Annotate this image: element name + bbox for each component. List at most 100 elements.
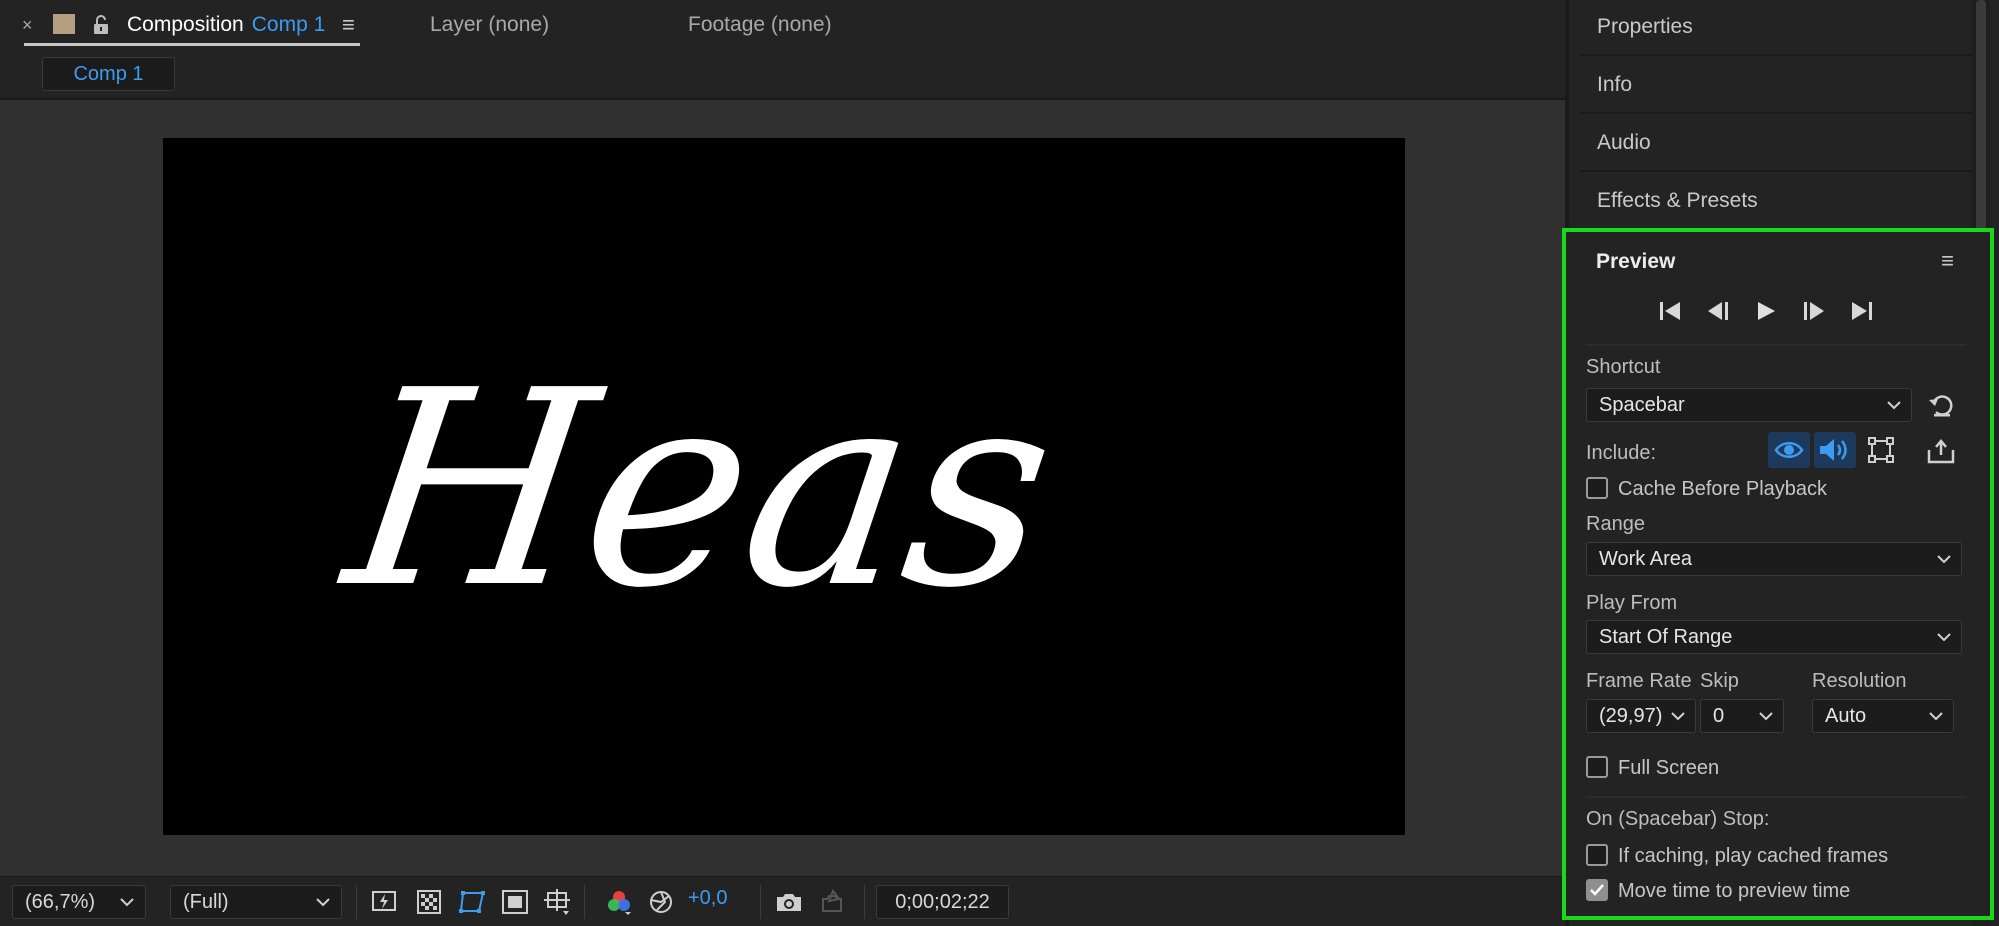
- move-time-checkbox[interactable]: [1586, 879, 1608, 901]
- resolution-value-preview: Auto: [1825, 704, 1867, 727]
- magnification-value: (66,7%): [25, 890, 96, 913]
- panel-properties[interactable]: Properties: [1581, 0, 1977, 56]
- show-snapshot-icon[interactable]: [816, 887, 846, 917]
- shortcut-value: Spacebar: [1599, 393, 1685, 416]
- on-stop-label: On (Spacebar) Stop:: [1586, 808, 1770, 830]
- comp-navigator: Comp 1: [0, 50, 1565, 100]
- mask-path-visibility-icon[interactable]: [458, 887, 488, 917]
- checkmark-icon: [1590, 884, 1604, 896]
- reset-shortcut-icon[interactable]: [1926, 390, 1956, 420]
- speaker-icon: [1820, 439, 1847, 461]
- chevron-down-icon: [1669, 706, 1687, 732]
- chevron-down-icon: [1757, 706, 1775, 732]
- panel-info[interactable]: Info: [1581, 58, 1977, 114]
- exposure-value[interactable]: +0,0: [688, 887, 727, 910]
- if-caching-label: If caching, play cached frames: [1618, 845, 1889, 867]
- tab-footage[interactable]: Footage (none): [688, 10, 832, 40]
- resolution-label: Resolution: [1812, 670, 1907, 692]
- skip-label: Skip: [1700, 670, 1739, 692]
- toolbar-divider: [584, 885, 585, 919]
- toolbar-divider: [356, 885, 357, 919]
- previous-frame-icon[interactable]: [1703, 296, 1733, 326]
- chevron-down-icon: [1885, 395, 1903, 421]
- composition-tabbar: × Composition Comp 1 ≡ Layer (none) Foot…: [0, 0, 1565, 50]
- export-preview-icon[interactable]: [1926, 438, 1956, 468]
- first-frame-icon[interactable]: [1655, 296, 1685, 326]
- fast-previews-icon[interactable]: [370, 887, 400, 917]
- tab-composition-label: Composition: [127, 13, 244, 36]
- tab-composition[interactable]: Composition Comp 1: [127, 10, 325, 40]
- play-from-dropdown[interactable]: Start Of Range: [1586, 620, 1962, 654]
- preview-menu-icon[interactable]: ≡: [1941, 248, 1954, 274]
- shortcut-label: Shortcut: [1586, 356, 1661, 378]
- preview-panel: Preview ≡ Shortcut Spacebar Include: Cac…: [1562, 228, 1994, 920]
- skip-value: 0: [1713, 704, 1725, 727]
- include-toggles: [1768, 432, 1902, 468]
- skip-dropdown[interactable]: 0: [1700, 699, 1784, 733]
- magnification-dropdown[interactable]: (66,7%): [12, 885, 146, 919]
- range-label: Range: [1586, 513, 1645, 535]
- preview-title: Preview: [1596, 250, 1676, 273]
- divider: [1586, 344, 1966, 346]
- full-screen-checkbox[interactable]: [1586, 756, 1608, 778]
- frame-rate-dropdown[interactable]: (29,97): [1586, 699, 1696, 733]
- comp-color-swatch[interactable]: [53, 14, 75, 34]
- chevron-down-icon: [119, 892, 135, 918]
- frame-rate-label: Frame Rate: [1586, 670, 1692, 692]
- toolbar-divider: [864, 885, 865, 919]
- resolution-dropdown-preview[interactable]: Auto: [1812, 699, 1954, 733]
- resolution-value: (Full): [183, 890, 229, 913]
- overlay-icon: [1868, 437, 1894, 463]
- composition-viewer[interactable]: Heas: [0, 100, 1565, 880]
- reset-exposure-icon[interactable]: [646, 887, 676, 917]
- play-icon[interactable]: [1751, 296, 1781, 326]
- lock-icon[interactable]: [92, 10, 110, 40]
- composition-panel: × Composition Comp 1 ≡ Layer (none) Foot…: [0, 0, 1565, 926]
- panel-menu-icon[interactable]: ≡: [342, 10, 355, 40]
- comp-breadcrumb-tab[interactable]: Comp 1: [42, 57, 175, 91]
- region-of-interest-icon[interactable]: [500, 887, 530, 917]
- tab-layer[interactable]: Layer (none): [430, 10, 549, 40]
- viewer-toolbar: (66,7%) (Full) +0,0 0;00;02;22: [0, 876, 1565, 926]
- composition-canvas[interactable]: Heas: [163, 138, 1405, 835]
- include-video-toggle[interactable]: [1768, 432, 1810, 468]
- chevron-down-icon: [1935, 627, 1953, 653]
- include-audio-toggle[interactable]: [1814, 432, 1856, 468]
- after-effects-workspace: × Composition Comp 1 ≡ Layer (none) Foot…: [0, 0, 1999, 926]
- cache-before-playback-checkbox[interactable]: [1586, 477, 1608, 499]
- shortcut-dropdown[interactable]: Spacebar: [1586, 388, 1912, 422]
- range-dropdown[interactable]: Work Area: [1586, 542, 1962, 576]
- frame-rate-value: (29,97): [1599, 704, 1663, 727]
- last-frame-icon[interactable]: [1847, 296, 1877, 326]
- if-caching-checkbox[interactable]: [1586, 844, 1608, 866]
- divider: [1586, 796, 1966, 798]
- panel-audio[interactable]: Audio: [1581, 116, 1977, 172]
- next-frame-icon[interactable]: [1799, 296, 1829, 326]
- snapshot-camera-icon[interactable]: [774, 887, 804, 917]
- eye-icon: [1774, 442, 1804, 458]
- toolbar-divider: [760, 885, 761, 919]
- transparency-grid-icon[interactable]: [414, 887, 444, 917]
- tab-composition-name: Comp 1: [251, 13, 326, 36]
- cache-before-playback-label: Cache Before Playback: [1618, 478, 1828, 500]
- color-channels-icon[interactable]: [604, 887, 634, 917]
- full-screen-label: Full Screen: [1618, 757, 1720, 779]
- resolution-dropdown[interactable]: (Full): [170, 885, 342, 919]
- grid-guides-icon[interactable]: [542, 887, 572, 917]
- canvas-text-graphic: Heas: [327, 332, 1070, 646]
- move-time-label: Move time to preview time: [1618, 880, 1851, 902]
- play-from-value: Start Of Range: [1599, 625, 1733, 648]
- close-tab-icon[interactable]: ×: [22, 10, 33, 40]
- chevron-down-icon: [1935, 549, 1953, 575]
- include-label: Include:: [1586, 442, 1657, 464]
- chevron-down-icon: [315, 892, 331, 918]
- range-value: Work Area: [1599, 547, 1692, 570]
- playback-controls: [1566, 296, 1966, 336]
- play-from-label: Play From: [1586, 592, 1678, 614]
- active-tab-underline: [24, 43, 360, 46]
- panel-effects-presets[interactable]: Effects & Presets: [1581, 174, 1977, 230]
- canvas-text: Heas: [327, 332, 1070, 646]
- chevron-down-icon: [1927, 706, 1945, 732]
- include-overlays-toggle[interactable]: [1860, 432, 1902, 468]
- current-time-display[interactable]: 0;00;02;22: [876, 885, 1009, 919]
